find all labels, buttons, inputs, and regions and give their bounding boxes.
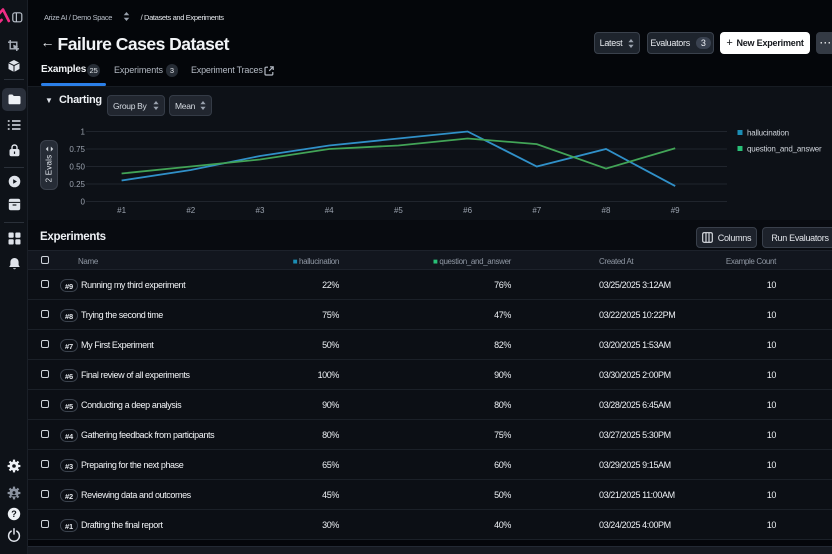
svg-text:0: 0: [81, 198, 86, 207]
svg-text:#6: #6: [463, 206, 472, 215]
svg-text:?: ?: [11, 509, 17, 519]
svg-text:#1: #1: [117, 206, 126, 215]
svg-text:0.50: 0.50: [69, 163, 85, 172]
svg-text:#3: #3: [256, 206, 265, 215]
svg-text:#7: #7: [532, 206, 541, 215]
svg-text:1: 1: [81, 128, 86, 137]
svg-text:0.25: 0.25: [69, 180, 85, 189]
svg-text:question_and_answer: question_and_answer: [747, 145, 822, 154]
svg-text:#2: #2: [186, 206, 195, 215]
svg-text:#4: #4: [325, 206, 334, 215]
svg-text:0.75: 0.75: [69, 145, 85, 154]
svg-text:#8: #8: [602, 206, 611, 215]
svg-text:hallucination: hallucination: [747, 129, 789, 138]
svg-text:#9: #9: [671, 206, 680, 215]
svg-text:#5: #5: [394, 206, 403, 215]
